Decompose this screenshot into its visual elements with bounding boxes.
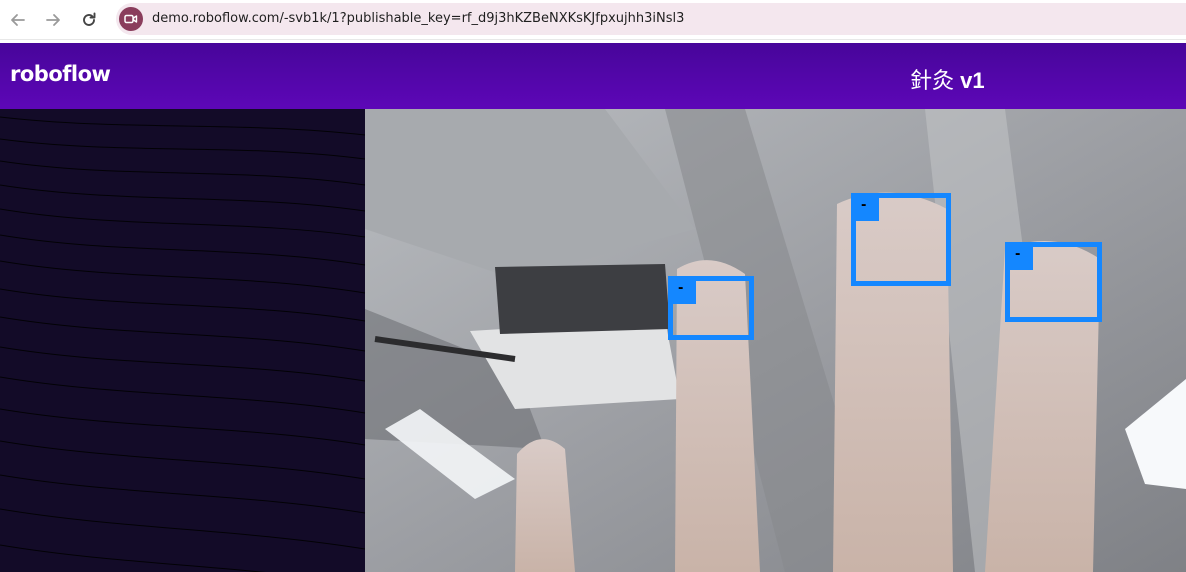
decorative-wave-panel — [0, 109, 365, 572]
camera-image — [365, 109, 1186, 572]
detection-label: - — [855, 197, 879, 221]
wave-lines-graphic — [0, 116, 365, 572]
detection-label: - — [1009, 246, 1033, 270]
reload-icon[interactable] — [77, 8, 101, 32]
model-name: 針灸 — [910, 68, 955, 93]
address-bar[interactable]: demo.roboflow.com/-svb1k/1?publishable_k… — [116, 3, 1186, 35]
detection-label: - — [672, 280, 696, 304]
roboflow-logo[interactable]: roboflow — [10, 62, 111, 86]
webcam-feed: - - - — [365, 109, 1186, 572]
detection-box: - — [668, 276, 754, 340]
arrow-right-icon[interactable] — [41, 8, 65, 32]
model-version: v1 — [960, 68, 985, 93]
app-header: roboflow 針灸 v1 — [0, 43, 1186, 109]
arrow-left-icon[interactable] — [6, 8, 30, 32]
detection-box: - — [1005, 242, 1102, 322]
detection-box: - — [851, 193, 951, 286]
browser-toolbar: demo.roboflow.com/-svb1k/1?publishable_k… — [0, 0, 1186, 40]
url-text[interactable]: demo.roboflow.com/-svb1k/1?publishable_k… — [152, 11, 684, 26]
model-title: 針灸 v1 — [910, 63, 985, 95]
camera-icon[interactable] — [119, 7, 143, 31]
